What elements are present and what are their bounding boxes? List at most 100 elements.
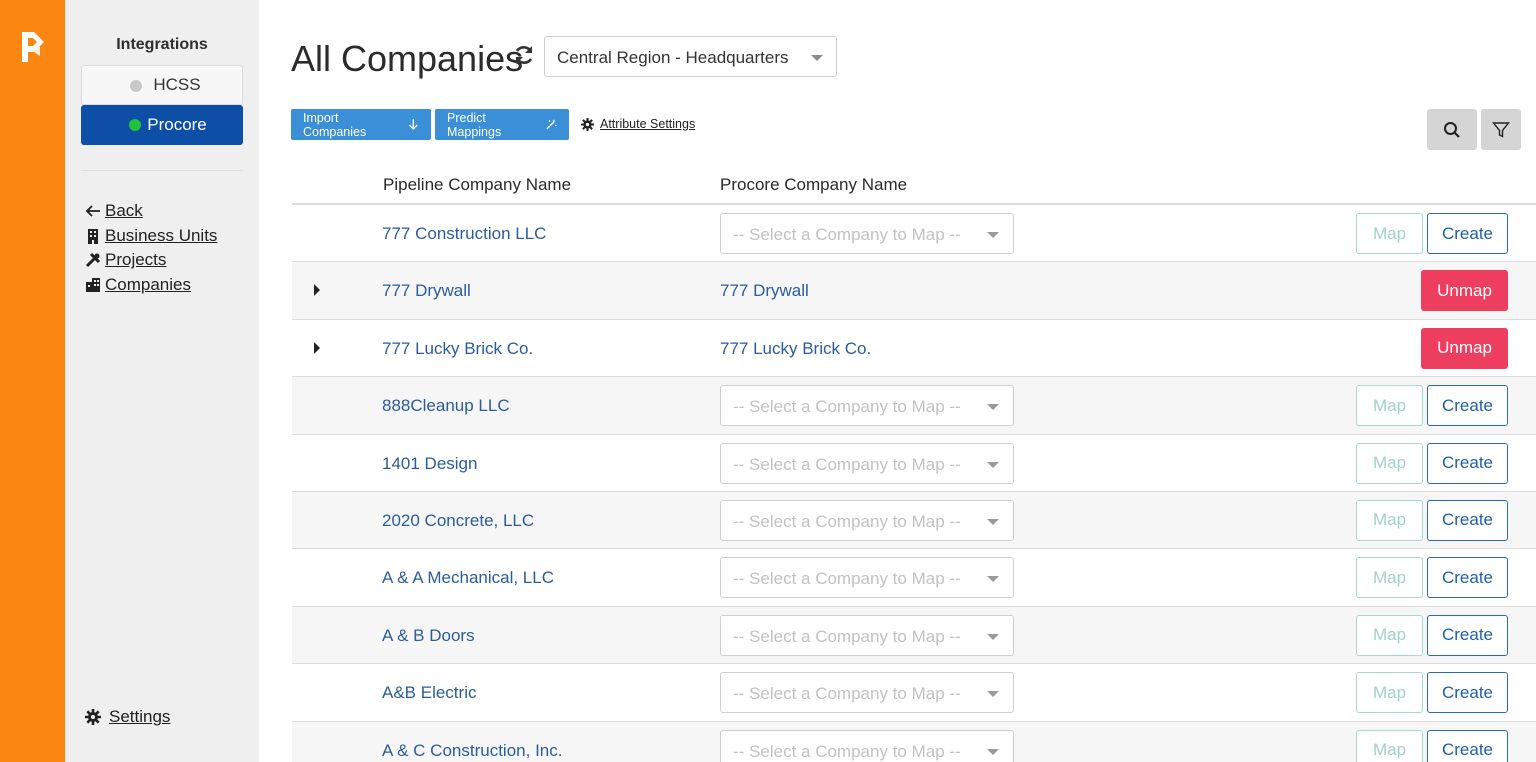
- pipeline-company-name[interactable]: A&B Electric: [382, 683, 476, 703]
- companies-table-body: 777 Construction LLC -- Select a Company …: [292, 205, 1536, 762]
- table-row: A & C Construction, Inc. -- Select a Comp…: [292, 721, 1536, 762]
- select-placeholder: -- Select a Company to Map --: [733, 569, 961, 589]
- integration-procore[interactable]: Procore: [81, 105, 243, 145]
- attribute-settings-label: Attribute Settings: [600, 117, 696, 131]
- chevron-down-icon: [987, 576, 999, 583]
- settings-label: Settings: [109, 707, 171, 726]
- sidebar-divider: [81, 170, 243, 171]
- table-row: 777 Construction LLC -- Select a Company …: [292, 205, 1536, 263]
- map-button[interactable]: Map: [1356, 557, 1423, 599]
- select-placeholder: -- Select a Company to Map --: [733, 225, 961, 244]
- nav-back[interactable]: Back: [85, 199, 217, 224]
- expand-row-icon[interactable]: [314, 284, 320, 297]
- table-row: A & B Doors -- Select a Company to Map --…: [292, 606, 1536, 665]
- table-row: 777 Drywall 777 Drywall Unmap: [292, 262, 1536, 320]
- pipeline-company-name[interactable]: 1401 Design: [382, 454, 477, 474]
- gear-icon: [581, 117, 594, 131]
- procore-company-select[interactable]: -- Select a Company to Map --: [720, 213, 1014, 254]
- map-button[interactable]: Map: [1356, 385, 1423, 427]
- attribute-settings-link[interactable]: Attribute Settings: [581, 117, 695, 131]
- settings-link[interactable]: Settings: [85, 707, 170, 727]
- import-companies-button[interactable]: Import Companies: [291, 109, 431, 140]
- region-select-value: Central Region - Headquarters: [557, 48, 789, 67]
- filter-button[interactable]: [1481, 109, 1521, 150]
- chevron-down-icon: [987, 461, 999, 468]
- import-companies-label: Import Companies: [303, 110, 367, 139]
- search-icon: [1444, 121, 1460, 138]
- select-placeholder: -- Select a Company to Map --: [733, 741, 961, 761]
- procore-company-select[interactable]: -- Select a Company to Map --: [720, 385, 1014, 427]
- procore-company-select[interactable]: -- Select a Company to Map --: [720, 729, 1014, 762]
- pipeline-company-name[interactable]: A & B Doors: [382, 626, 475, 646]
- predict-mappings-button[interactable]: Predict Mappings: [435, 109, 569, 140]
- create-button[interactable]: Create: [1427, 442, 1508, 484]
- chevron-down-icon: [987, 404, 999, 411]
- pipeline-company-name[interactable]: 777 Lucky Brick Co.: [382, 339, 533, 359]
- create-button[interactable]: Create: [1427, 729, 1508, 762]
- building-icon: [88, 228, 98, 244]
- expand-row-icon[interactable]: [314, 341, 320, 354]
- pipeline-company-name[interactable]: A & C Construction, Inc.: [382, 741, 562, 761]
- procore-company-name[interactable]: 777 Drywall: [720, 281, 809, 301]
- sidebar-nav: Back Business Units Projects Companies: [85, 199, 217, 297]
- gear-icon: [85, 709, 101, 725]
- map-button[interactable]: Map: [1356, 672, 1423, 714]
- create-button[interactable]: Create: [1427, 614, 1508, 656]
- procore-company-select[interactable]: -- Select a Company to Map --: [720, 442, 1014, 484]
- procore-company-select[interactable]: -- Select a Company to Map --: [720, 672, 1014, 714]
- chevron-down-icon: [811, 55, 823, 61]
- companies-icon: [86, 277, 100, 292]
- unmap-button[interactable]: Unmap: [1421, 327, 1508, 369]
- map-button[interactable]: Map: [1356, 729, 1423, 762]
- chevron-down-icon: [987, 633, 999, 640]
- unmap-button[interactable]: Unmap: [1421, 270, 1508, 312]
- procore-company-name[interactable]: 777 Lucky Brick Co.: [720, 339, 871, 359]
- pipeline-company-name[interactable]: 777 Construction LLC: [382, 224, 546, 244]
- procore-company-select[interactable]: -- Select a Company to Map --: [720, 499, 1014, 541]
- nav-companies[interactable]: Companies: [85, 273, 217, 298]
- select-placeholder: -- Select a Company to Map --: [733, 454, 961, 474]
- nav-business-units[interactable]: Business Units: [85, 224, 217, 249]
- map-button[interactable]: Map: [1356, 614, 1423, 656]
- table-row: A & A Mechanical, LLC -- Select a Company…: [292, 549, 1536, 607]
- chevron-down-icon: [987, 518, 999, 525]
- pipeline-company-name[interactable]: 2020 Concrete, LLC: [382, 511, 534, 531]
- map-button[interactable]: Map: [1356, 499, 1423, 541]
- create-button[interactable]: Create: [1427, 385, 1508, 427]
- pipeline-company-name[interactable]: 888Cleanup LLC: [382, 396, 510, 416]
- procore-company-select[interactable]: -- Select a Company to Map --: [720, 614, 1014, 656]
- create-button[interactable]: Create: [1427, 213, 1508, 254]
- status-dot-icon: [129, 119, 141, 131]
- app-logo[interactable]: [20, 30, 46, 64]
- column-header-pipeline: Pipeline Company Name: [383, 175, 572, 194]
- nav-companies-label: Companies: [105, 274, 191, 294]
- procore-company-select[interactable]: -- Select a Company to Map --: [720, 557, 1014, 599]
- search-button[interactable]: [1427, 109, 1477, 150]
- pipeline-company-name[interactable]: 777 Drywall: [382, 281, 471, 301]
- tools-icon: [85, 253, 101, 268]
- map-button[interactable]: Map: [1356, 213, 1423, 254]
- table-row: 888Cleanup LLC -- Select a Company to Map…: [292, 377, 1536, 435]
- chevron-down-icon: [987, 748, 999, 755]
- chevron-down-icon: [987, 691, 999, 698]
- pipeline-company-name[interactable]: A & A Mechanical, LLC: [382, 568, 554, 588]
- integration-hcss[interactable]: HCSS: [81, 65, 243, 105]
- table-header: Pipeline Company Name Procore Company Na…: [292, 163, 1536, 205]
- nav-projects[interactable]: Projects: [85, 248, 217, 273]
- nav-back-label: Back: [105, 201, 143, 221]
- chevron-down-icon: [987, 232, 999, 238]
- app-root: Integrations HCSS Procore Back Business …: [0, 0, 1536, 762]
- nav-business-units-label: Business Units: [105, 225, 218, 245]
- refresh-icon[interactable]: [513, 44, 535, 66]
- select-placeholder: -- Select a Company to Map --: [733, 626, 961, 646]
- create-button[interactable]: Create: [1427, 499, 1508, 541]
- create-button[interactable]: Create: [1427, 672, 1508, 714]
- integration-label: HCSS: [153, 75, 201, 94]
- nav-projects-label: Projects: [105, 250, 167, 270]
- map-button[interactable]: Map: [1356, 442, 1423, 484]
- create-button[interactable]: Create: [1427, 557, 1508, 599]
- predict-mappings-label: Predict Mappings: [447, 110, 502, 139]
- page-title: All Companies: [291, 38, 524, 79]
- region-select[interactable]: Central Region - Headquarters: [544, 36, 837, 77]
- table-row: 1401 Design -- Select a Company to Map --…: [292, 435, 1536, 492]
